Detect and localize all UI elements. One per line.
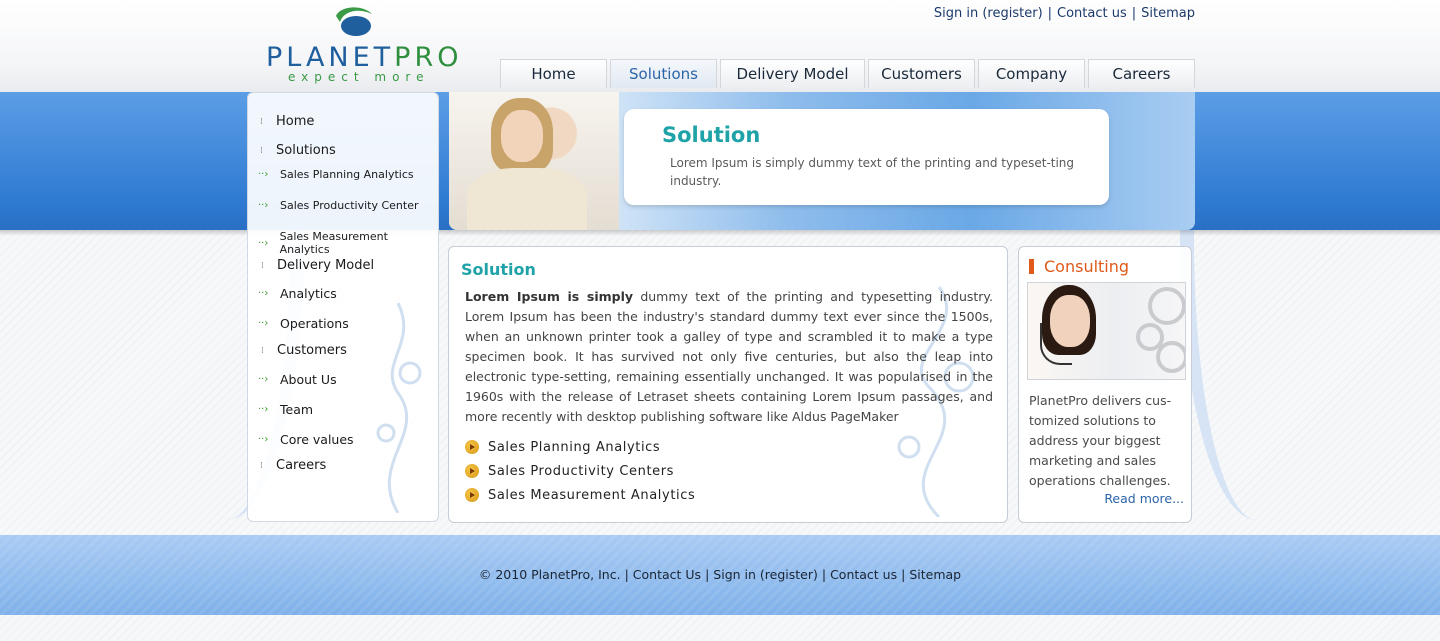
- main-content: Solution Lorem Ipsum is simply dummy tex…: [448, 246, 1008, 523]
- banner-photo: [449, 92, 619, 230]
- top-link-contact[interactable]: Contact us: [1057, 6, 1127, 21]
- swirl-decoration-icon: [376, 302, 422, 513]
- list-item[interactable]: Sales Productivity Centers: [465, 459, 695, 483]
- banner-title: Solution: [662, 123, 761, 147]
- solutions-list: Sales Planning Analytics Sales Productiv…: [465, 435, 695, 507]
- consulting-title: Consulting: [1029, 257, 1129, 276]
- arrow-right-icon: ··›: [258, 434, 269, 445]
- arrow-right-icon: ··›: [258, 374, 269, 385]
- sidebar-sub-operations[interactable]: ··› Operations: [258, 316, 349, 331]
- top-link-sign-in[interactable]: Sign in (register): [934, 6, 1043, 21]
- arrow-right-icon: ··›: [258, 169, 269, 180]
- dots-icon: ⁞: [260, 460, 263, 471]
- sidebar-sub-sales-measurement[interactable]: ··› Sales Measurement Analytics: [258, 230, 438, 256]
- footer-link-contact-2[interactable]: Contact us: [830, 567, 897, 582]
- bullet-arrow-icon: [465, 464, 479, 478]
- dots-icon: ⁞: [261, 260, 264, 271]
- consulting-box: Consulting PlanetPro delivers cus-tomize…: [1018, 246, 1192, 523]
- tab-customers[interactable]: Customers: [868, 59, 975, 88]
- arrow-right-icon: ··›: [258, 404, 269, 415]
- list-item[interactable]: Sales Measurement Analytics: [465, 483, 695, 507]
- sidebar-item-delivery-model[interactable]: ⁞ Delivery Model: [261, 258, 374, 273]
- headset-icon: [1040, 323, 1072, 365]
- footer-link-sitemap[interactable]: Sitemap: [909, 567, 961, 582]
- band-shadow: [0, 230, 1440, 236]
- arrow-right-icon: ··›: [258, 288, 269, 299]
- sidebar-item-solutions[interactable]: ⁞ Solutions: [260, 143, 336, 158]
- bullet-arrow-icon: [465, 488, 479, 502]
- read-more-link[interactable]: Read more...: [1104, 491, 1184, 506]
- title-bar-icon: [1029, 259, 1034, 274]
- dots-icon: ⁞: [260, 145, 263, 156]
- main-nav: Home Solutions Delivery Model Customers …: [500, 59, 1195, 90]
- tab-company[interactable]: Company: [978, 59, 1085, 88]
- hero-banner: Solution Lorem Ipsum is simply dummy tex…: [449, 92, 1195, 230]
- bullet-arrow-icon: [465, 440, 479, 454]
- content-title: Solution: [461, 260, 536, 279]
- content-body: Lorem Ipsum is simply dummy text of the …: [465, 289, 994, 424]
- footer-link-sign-in[interactable]: Sign in (register): [713, 567, 818, 582]
- tab-solutions[interactable]: Solutions: [610, 59, 717, 88]
- sidebar-item-customers[interactable]: ⁞ Customers: [261, 343, 347, 358]
- list-item[interactable]: Sales Planning Analytics: [465, 435, 695, 459]
- banner-text: Lorem Ipsum is simply dummy text of the …: [670, 156, 1075, 188]
- sidebar-sub-sales-productivity[interactable]: ··› Sales Productivity Center: [258, 199, 419, 212]
- tab-careers[interactable]: Careers: [1088, 59, 1195, 88]
- copyright-text: © 2010 PlanetPro, Inc.: [478, 567, 621, 582]
- logo-text: PLANETPRO: [266, 42, 463, 73]
- sidebar-item-home[interactable]: ⁞ Home: [260, 114, 314, 129]
- sidebar-sub-core-values[interactable]: ··› Core values: [258, 432, 354, 447]
- footer: © 2010 PlanetPro, Inc. | Contact Us | Sign i…: [0, 535, 1440, 615]
- sidebar-sub-about-us[interactable]: ··› About Us: [258, 372, 337, 387]
- sidebar-sub-team[interactable]: ··› Team: [258, 402, 313, 417]
- sidebar-item-careers[interactable]: ⁞ Careers: [260, 458, 326, 473]
- top-link-sitemap[interactable]: Sitemap: [1141, 6, 1195, 21]
- top-links: Sign in (register) | Contact us | Sitemap: [933, 6, 1195, 21]
- arrow-right-icon: ··›: [258, 200, 269, 211]
- sidebar: ⁞ Home ⁞ Solutions ··› Sales Planning Analy…: [247, 92, 439, 522]
- dots-icon: ⁞: [261, 345, 264, 356]
- tab-home[interactable]: Home: [500, 59, 607, 88]
- sidebar-sub-analytics[interactable]: ··› Analytics: [258, 286, 337, 301]
- sidebar-sub-sales-planning[interactable]: ··› Sales Planning Analytics: [258, 168, 414, 181]
- footer-links: © 2010 PlanetPro, Inc. | Contact Us | Sign i…: [478, 567, 962, 582]
- logo-mark-icon: [336, 7, 372, 36]
- arrow-right-icon: ··›: [258, 318, 269, 329]
- footer-link-contact[interactable]: Contact Us: [633, 567, 701, 582]
- tab-delivery-model[interactable]: Delivery Model: [720, 59, 865, 88]
- arrow-right-icon: ··›: [258, 237, 269, 249]
- consulting-photo: [1027, 282, 1186, 380]
- logo-tagline: expect more: [288, 70, 430, 84]
- banner-card: Solution Lorem Ipsum is simply dummy tex…: [624, 109, 1109, 205]
- dots-icon: ⁞: [260, 116, 263, 127]
- consulting-text: PlanetPro delivers cus-tomized solutions…: [1029, 393, 1172, 488]
- logo[interactable]: PLANETPRO expect more: [264, 6, 464, 86]
